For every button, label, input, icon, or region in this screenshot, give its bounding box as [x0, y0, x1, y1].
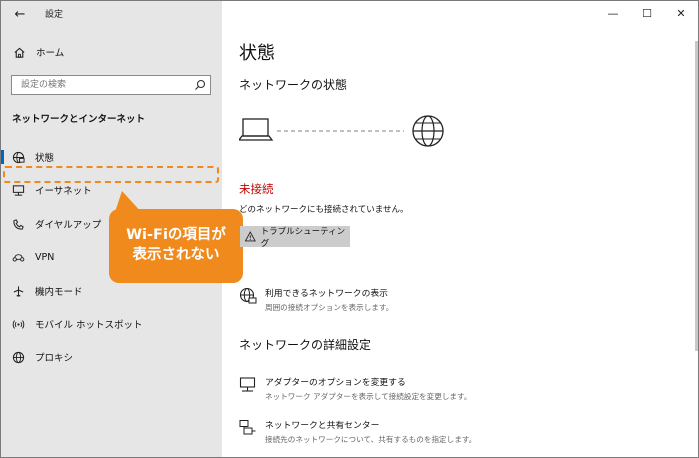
scrollbar[interactable]: [695, 41, 698, 351]
laptop-icon: [239, 118, 274, 141]
network-status-diagram: [239, 115, 444, 147]
change-adapter-options-link[interactable]: アダプターのオプションを変更する ネットワーク アダプターを表示して接続設定を変…: [239, 375, 471, 402]
partially-visible-link[interactable]: [252, 453, 412, 457]
globe-network-icon: [239, 287, 257, 304]
sidebar-item-home[interactable]: ホーム: [1, 37, 222, 67]
link-title: ネットワークと共有センター: [265, 421, 380, 431]
window-controls: — ☐ ✕: [596, 1, 698, 25]
link-description: 周囲の接続オプションを表示します。: [265, 303, 394, 312]
status-icon: [11, 150, 25, 164]
back-arrow-icon: ←: [14, 6, 26, 22]
maximize-icon: ☐: [642, 6, 652, 20]
sidebar-item-mobile-hotspot[interactable]: モバイル ホットスポット: [1, 309, 222, 339]
section-heading: ネットワークとインターネット: [12, 114, 146, 125]
missing-wifi-highlight: [3, 166, 219, 183]
sidebar-item-label: モバイル ホットスポット: [35, 320, 143, 331]
sidebar-item-label: VPN: [35, 251, 55, 263]
warning-icon: [245, 231, 256, 242]
search-input[interactable]: [12, 76, 192, 94]
troubleshoot-button[interactable]: トラブルシューティング: [240, 226, 350, 249]
link-description: 接続先のネットワークについて、共有するものを指定します。: [265, 435, 477, 444]
adapter-icon: [239, 377, 256, 392]
sidebar-item-label: ホーム: [36, 48, 65, 59]
vpn-icon: [11, 250, 25, 264]
show-available-networks-link[interactable]: 利用できるネットワークの表示 周囲の接続オプションを表示します。: [239, 286, 393, 313]
dialup-icon: [11, 217, 25, 231]
main-content: 状態 ネットワークの状態 未接続 どのネットワークにも接続されていません。 トラ…: [222, 1, 698, 457]
sidebar-item-label: イーサネット: [35, 186, 92, 197]
link-title: アダプターのオプションを変更する: [265, 378, 406, 388]
sidebar-item-proxy[interactable]: プロキシ: [1, 342, 222, 372]
connection-state-description: どのネットワークにも接続されていません。: [239, 205, 409, 215]
sidebar-item-label: ダイヤルアップ: [35, 220, 102, 231]
minimize-button[interactable]: —: [596, 1, 630, 25]
selection-indicator: [1, 150, 4, 164]
back-button[interactable]: ←: [9, 5, 31, 23]
minimize-icon: —: [607, 6, 619, 20]
link-title: 利用できるネットワークの表示: [265, 289, 388, 299]
search-box[interactable]: [11, 75, 211, 95]
maximize-button[interactable]: ☐: [630, 1, 664, 25]
close-icon: ✕: [676, 6, 686, 20]
sidebar-item-label: 機内モード: [35, 287, 83, 298]
settings-window: ← 設定 ホーム ネットワークとインターネット 状態 イーサネット: [0, 0, 699, 458]
troubleshoot-label: トラブルシューティング: [260, 226, 346, 249]
app-title: 設定: [45, 10, 64, 20]
sidebar-item-label: 状態: [35, 153, 55, 164]
network-status-heading: ネットワークの状態: [239, 78, 348, 92]
network-sharing-center-link[interactable]: ネットワークと共有センター 接続先のネットワークについて、共有するものを指定しま…: [239, 418, 476, 445]
sharing-center-icon: [239, 420, 256, 435]
globe-icon: [412, 115, 444, 147]
advanced-settings-heading: ネットワークの詳細設定: [239, 338, 372, 352]
ethernet-icon: [11, 183, 25, 197]
home-icon: [12, 45, 26, 59]
search-icon[interactable]: [194, 79, 206, 91]
airplane-icon: [11, 284, 25, 298]
connection-state: 未接続: [239, 182, 274, 196]
sidebar-item-label: プロキシ: [35, 353, 74, 364]
callout-line-2: 表示されない: [132, 247, 220, 263]
globe-icon: [11, 350, 25, 364]
close-button[interactable]: ✕: [664, 1, 698, 25]
hotspot-icon: [11, 317, 25, 331]
callout-line-1: Wi-Fiの項目が: [126, 227, 226, 244]
page-title: 状態: [239, 43, 275, 64]
link-description: ネットワーク アダプターを表示して接続設定を変更します。: [265, 392, 472, 401]
